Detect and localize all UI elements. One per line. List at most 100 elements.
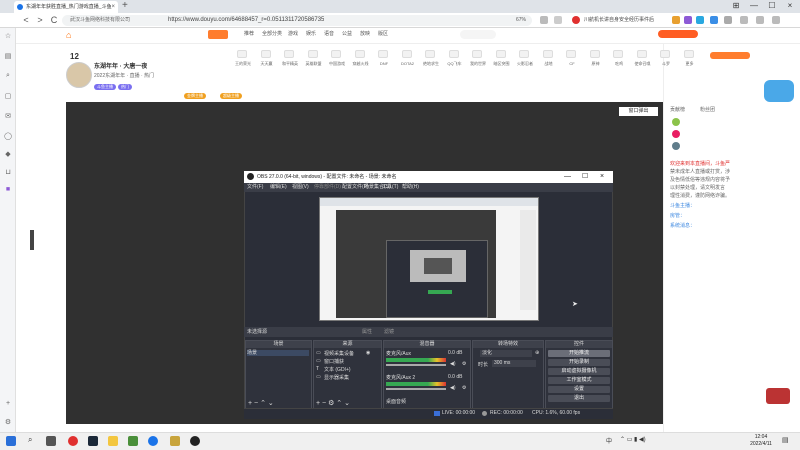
close-window-icon[interactable]: × [782, 0, 798, 12]
toolbar-item-icon-0[interactable] [237, 50, 247, 58]
search-box[interactable]: 川航机长讲自身安全经历事件后 [584, 15, 668, 26]
search-taskbar-icon[interactable]: ⌕ [28, 435, 32, 445]
obs-menu-help[interactable]: 帮助(H) [402, 183, 419, 192]
toolbar-item-icon-10[interactable] [472, 50, 482, 58]
toolbar-item-label-6[interactable]: DNF [373, 61, 395, 66]
toolbar-item-label-19[interactable]: 更多 [679, 61, 701, 67]
notification-icon[interactable]: ▤ [782, 436, 789, 444]
douyu-logo-icon[interactable] [208, 30, 228, 39]
nav-recommend[interactable]: 推荐 [244, 30, 254, 37]
history-icon[interactable] [740, 16, 748, 24]
toolbar-item-icon-11[interactable] [495, 50, 506, 58]
extension-icon-2[interactable] [684, 16, 692, 24]
toolbar-item-label-15[interactable]: 原神 [585, 61, 607, 67]
toolbar-item-icon-15[interactable] [589, 50, 600, 58]
toolbar-item-label-14[interactable]: CF [561, 61, 583, 66]
cart-icon[interactable]: ⊔ [4, 168, 12, 176]
properties-button[interactable]: 属性 [362, 327, 372, 337]
toolbar-item-label-5[interactable]: 穿越火线 [350, 61, 372, 67]
nav-entertainment[interactable]: 娱乐 [306, 30, 316, 37]
duration-input[interactable]: 300 ms [492, 360, 536, 367]
start-recording-button[interactable]: 开始录制 [548, 359, 610, 366]
reading-icon[interactable]: ▤ [4, 52, 12, 60]
app-gold-icon[interactable] [170, 436, 180, 446]
mute-icon-0[interactable]: ◀) [450, 361, 456, 367]
app-red-icon[interactable] [68, 436, 78, 446]
obs-menu-edit[interactable]: 编辑(E) [270, 183, 287, 192]
clock[interactable]: 12:04 2022/4/11 [746, 434, 776, 448]
viewer-avatar-2[interactable] [672, 130, 680, 138]
steam-icon[interactable] [88, 436, 98, 446]
nav-area[interactable]: 版区 [378, 30, 388, 37]
open-broadcast-button[interactable] [658, 30, 698, 38]
toolbar-item-label-0[interactable]: 王的荣光 [232, 61, 254, 67]
exit-button[interactable]: 退出 [548, 395, 610, 402]
zoom-level[interactable]: 67% [516, 15, 526, 26]
transition-add-icon[interactable]: ⊕ [535, 350, 539, 356]
theme-icon[interactable] [756, 16, 764, 24]
extension-icon-4[interactable] [710, 16, 718, 24]
source-visibility-icon[interactable]: ◉ [366, 350, 370, 356]
obs-close-icon[interactable]: × [600, 171, 604, 183]
browser-tab[interactable]: 东湖年年获胜直播_热门游戏直播_斗鱼 × [14, 1, 118, 13]
promo-icon[interactable] [764, 80, 794, 102]
app-icon[interactable]: ■ [4, 186, 12, 193]
nav-charity[interactable]: 公益 [342, 30, 352, 37]
toolbar-item-icon-2[interactable] [284, 50, 294, 58]
search-icon[interactable]: ⌕ [4, 72, 12, 80]
sidebar-settings-icon[interactable]: ⚙ [4, 418, 12, 426]
follow-button[interactable] [710, 52, 750, 59]
download-icon[interactable] [724, 16, 732, 24]
nav-voice[interactable]: 语音 [324, 30, 334, 37]
settings-button[interactable]: 设置 [548, 386, 610, 393]
start-icon[interactable] [6, 436, 16, 446]
back-button[interactable]: < [20, 13, 32, 28]
toolbar-item-label-7[interactable]: DOTA2 [397, 61, 419, 66]
virtual-camera-button[interactable]: 启动虚拟摄像机 [548, 368, 610, 375]
pin-icon[interactable]: ⊞ [728, 0, 744, 12]
toolbar-item-icon-14[interactable] [566, 50, 576, 58]
mail-icon[interactable]: ✉ [4, 112, 12, 120]
notes-icon[interactable]: ▢ [4, 92, 12, 100]
toolbar-item-label-17[interactable]: 使命召唤 [632, 61, 654, 67]
toolbar-item-icon-12[interactable] [519, 50, 529, 58]
refresh-button[interactable]: C [48, 13, 60, 28]
nav-film[interactable]: 放映 [360, 30, 370, 37]
source-item-1[interactable]: 窗口捕获 [324, 358, 344, 365]
game-icon[interactable]: ◆ [4, 150, 12, 158]
extension-icon-3[interactable] [696, 16, 704, 24]
toolbar-item-label-10[interactable]: 我的世界 [467, 61, 489, 67]
douyu-search-input[interactable] [460, 30, 496, 39]
favorites-icon[interactable]: ☆ [4, 32, 12, 40]
streamer-avatar[interactable] [66, 62, 92, 88]
toolbar-item-icon-8[interactable] [425, 50, 435, 58]
toolbar-item-label-11[interactable]: 暗区突围 [491, 61, 513, 67]
toolbar-item-icon-1[interactable] [260, 50, 271, 58]
toolbar-item-icon-7[interactable] [401, 50, 412, 58]
search-engine-icon[interactable] [572, 16, 580, 24]
obs-maximize-icon[interactable]: ☐ [582, 171, 588, 183]
chat-icon[interactable]: ◯ [4, 132, 12, 140]
add-sidebar-icon[interactable]: + [4, 400, 12, 407]
tray-icons[interactable]: ⌃ ▭ ▮ ◀) [620, 436, 646, 443]
toolbar-item-icon-17[interactable] [636, 50, 647, 58]
toolbar-item-icon-6[interactable] [378, 50, 388, 58]
player-side-handle[interactable] [30, 230, 34, 250]
app-yellow-icon[interactable] [108, 436, 118, 446]
toolbar-item-icon-3[interactable] [307, 50, 318, 58]
viewer-avatar-3[interactable] [672, 142, 680, 150]
browser-taskbar-icon[interactable] [148, 436, 158, 446]
toolbar-item-icon-16[interactable] [613, 50, 623, 58]
taskview-icon[interactable] [46, 436, 56, 446]
obs-menu-view[interactable]: 视图(V) [292, 183, 309, 192]
transition-select[interactable]: 淡化 [480, 350, 532, 357]
forward-button[interactable]: > [34, 13, 46, 28]
toolbar-item-label-8[interactable]: 绝地求生 [420, 61, 442, 67]
scene-item[interactable]: 场景 [247, 350, 309, 356]
source-item-2[interactable]: 文本 (GDI+) [324, 366, 351, 373]
toolbar-item-label-13[interactable]: 战地 [538, 61, 560, 67]
mixer-gear-icon-0[interactable]: ⚙ [462, 361, 466, 367]
toolbar-item-icon-9[interactable] [448, 50, 459, 58]
start-streaming-button[interactable]: 开始推流 [548, 350, 610, 357]
toolbar-item-label-9[interactable]: QQ飞车 [444, 61, 466, 67]
